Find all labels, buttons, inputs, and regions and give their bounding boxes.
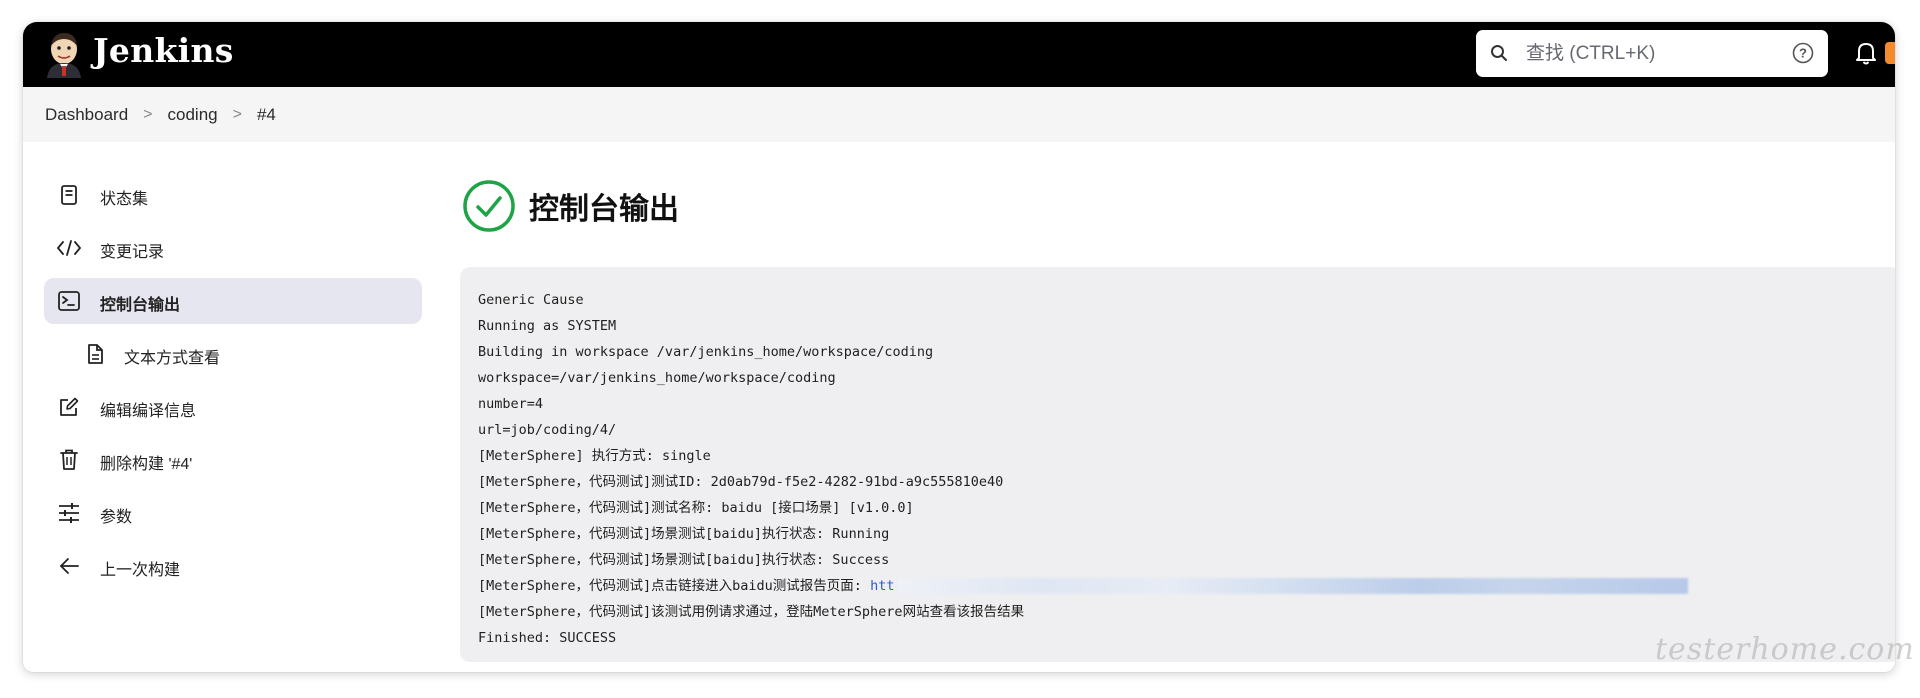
- chevron-right-icon: >: [143, 105, 153, 123]
- sidebar-item-label: 控制台输出: [100, 297, 181, 314]
- console-line-text: [MeterSphere，代码测试]点击链接进入baidu测试报告页面:: [478, 578, 871, 594]
- page-title-row: 控制台输出: [462, 179, 679, 233]
- sidebar-item-label: 上一次构建: [100, 562, 181, 579]
- console-line: [MeterSphere，代码测试]测试ID: 2d0ab79d-f5e2-42…: [478, 474, 1004, 490]
- jenkins-butler-icon: [47, 33, 81, 78]
- console-line: url=job/coding/4/: [478, 422, 617, 438]
- console-lines: Generic Cause Running as SYSTEM Building…: [478, 287, 1689, 651]
- report-link[interactable]: htt: [870, 578, 894, 594]
- sidebar-item-view-as-text[interactable]: 文本方式查看: [44, 331, 422, 377]
- code-icon: [56, 236, 82, 260]
- status-icon: [56, 183, 82, 207]
- redacted-url-blur: [898, 578, 1689, 594]
- breadcrumb-job[interactable]: coding: [168, 105, 218, 125]
- breadcrumb-dashboard[interactable]: Dashboard: [45, 105, 128, 125]
- sidebar-item-label: 变更记录: [100, 244, 165, 261]
- browser-window: Jenkins ? Dashboard > coding > #4 状态集: [23, 22, 1895, 672]
- console-line: Running as SYSTEM: [478, 318, 617, 334]
- top-header: Jenkins ?: [23, 22, 1895, 87]
- sliders-icon: [56, 501, 82, 525]
- console-line-report-link: [MeterSphere，代码测试]点击链接进入baidu测试报告页面: htt: [478, 573, 1689, 599]
- svg-text:?: ?: [1799, 46, 1807, 61]
- watermark: testerhome.com: [1655, 632, 1915, 667]
- search-box[interactable]: ?: [1476, 30, 1828, 77]
- edit-icon: [56, 395, 82, 419]
- console-line: Building in workspace /var/jenkins_home/…: [478, 344, 934, 360]
- console-line: [MeterSphere] 执行方式: single: [478, 448, 711, 464]
- search-input[interactable]: [1524, 40, 1778, 68]
- help-icon[interactable]: ?: [1792, 42, 1814, 69]
- sidebar-item-status[interactable]: 状态集: [44, 172, 422, 218]
- arrow-left-icon: [56, 554, 82, 578]
- document-icon: [82, 342, 108, 366]
- breadcrumb: Dashboard > coding > #4: [23, 87, 1895, 142]
- sidebar-item-edit-build-info[interactable]: 编辑编译信息: [44, 384, 422, 430]
- success-check-icon: [463, 180, 515, 232]
- trash-icon: [56, 448, 82, 472]
- console-line: [MeterSphere，代码测试]场景测试[baidu]执行状态: Succe…: [478, 552, 890, 568]
- page-title: 控制台输出: [529, 193, 679, 226]
- jenkins-logo[interactable]: [43, 30, 85, 78]
- console-line: number=4: [478, 396, 544, 412]
- notification-badge[interactable]: [1885, 42, 1895, 64]
- sidebar-item-label: 编辑编译信息: [100, 403, 197, 420]
- sidebar-item-changes[interactable]: 变更记录: [44, 225, 422, 271]
- sidebar-item-previous-build[interactable]: 上一次构建: [44, 543, 422, 589]
- notification-bell-icon[interactable]: [1854, 40, 1878, 71]
- app-brand[interactable]: Jenkins: [93, 31, 234, 70]
- console-line: [MeterSphere，代码测试]场景测试[baidu]执行状态: Runni…: [478, 526, 890, 542]
- sidebar-item-delete-build[interactable]: 删除构建 '#4': [44, 437, 422, 483]
- console-line: workspace=/var/jenkins_home/workspace/co…: [478, 370, 836, 386]
- sidebar-item-label: 文本方式查看: [124, 350, 221, 367]
- breadcrumb-build[interactable]: #4: [257, 105, 276, 125]
- sidebar-item-label: 参数: [100, 509, 133, 526]
- console-line: Finished: SUCCESS: [478, 630, 617, 646]
- sidebar-item-console-output[interactable]: 控制台输出: [44, 278, 422, 324]
- console-line: Generic Cause: [478, 292, 584, 308]
- sidebar-item-label: 状态集: [100, 191, 149, 208]
- sidebar-item-parameters[interactable]: 参数: [44, 490, 422, 536]
- chevron-right-icon: >: [232, 105, 242, 123]
- console-line: [MeterSphere，代码测试]测试名称: baidu [接口场景] [v1…: [478, 500, 914, 516]
- console-output-panel: Generic Cause Running as SYSTEM Building…: [460, 267, 1895, 662]
- console-line: [MeterSphere，代码测试]该测试用例请求通过，登陆MeterSpher…: [478, 604, 1025, 620]
- terminal-icon: [56, 289, 82, 313]
- search-icon: [1490, 44, 1508, 67]
- sidebar-item-label: 删除构建 '#4': [100, 456, 193, 473]
